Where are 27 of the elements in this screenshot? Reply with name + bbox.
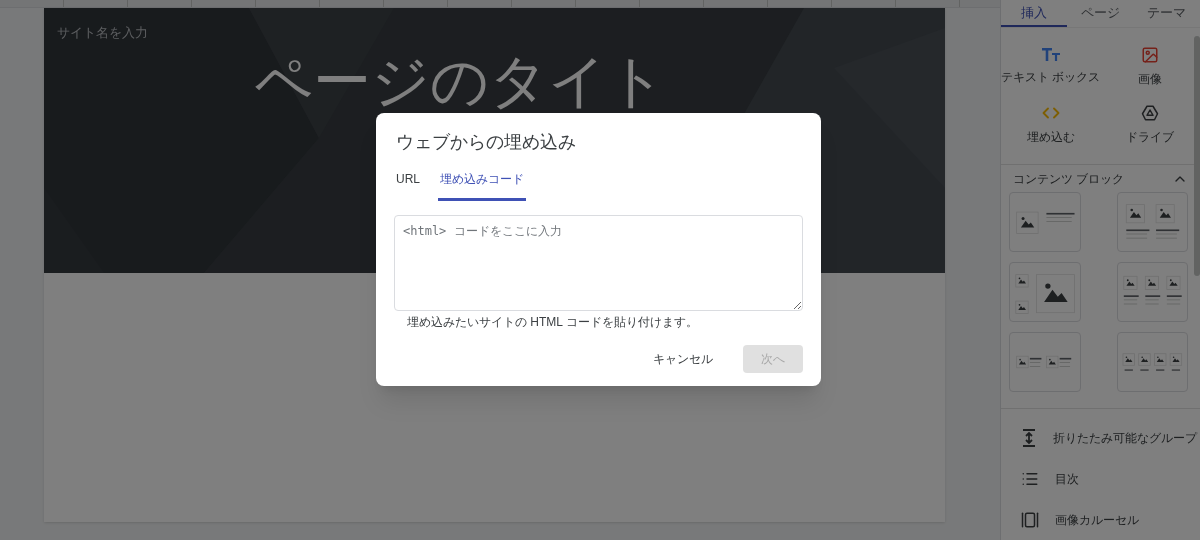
helper-text: 埋め込みたいサイトの HTML コードを貼り付けます。 [406,314,699,330]
layout-thumbnail[interactable] [1116,332,1188,392]
layout-thumbnail[interactable] [1116,262,1188,322]
page-title[interactable]: ページのタイト [254,52,666,110]
layout-thumbnail[interactable] [1009,192,1081,252]
layout-thumbnail[interactable] [1009,332,1081,392]
dialog-tab[interactable]: 埋め込みコード [438,170,526,201]
insert-tool-button[interactable]: 埋め込む [1001,103,1101,146]
component-item[interactable]: 目次 [1001,458,1200,499]
image-icon [1141,45,1160,64]
cancel-button[interactable]: キャンセル [635,345,731,373]
insert-tool-button[interactable]: テキスト ボックス [1001,45,1101,88]
site-name-field[interactable]: サイト名を入力 [57,23,148,43]
expand-vertical-icon [1021,428,1037,447]
component-item[interactable]: 折りたたみ可能なグループ [1001,417,1200,458]
embed-code-field[interactable]: <html> コードをここに入力 [394,215,803,311]
panel-tab[interactable]: テーマ [1133,0,1200,27]
panel-tab[interactable]: 挿入 [1001,0,1068,27]
layout-thumbnail[interactable] [1116,192,1188,252]
layout-thumbnail[interactable] [1009,262,1081,322]
text-icon [1040,45,1061,62]
panel-tab[interactable]: ページ [1067,0,1134,27]
component-item[interactable]: 画像カルーセル [1001,499,1200,540]
dialog-tab[interactable]: URL [394,170,422,201]
carousel-icon [1021,510,1039,529]
dialog-title: ウェブからの埋め込み [395,131,577,154]
triangle-icon [1141,103,1160,122]
